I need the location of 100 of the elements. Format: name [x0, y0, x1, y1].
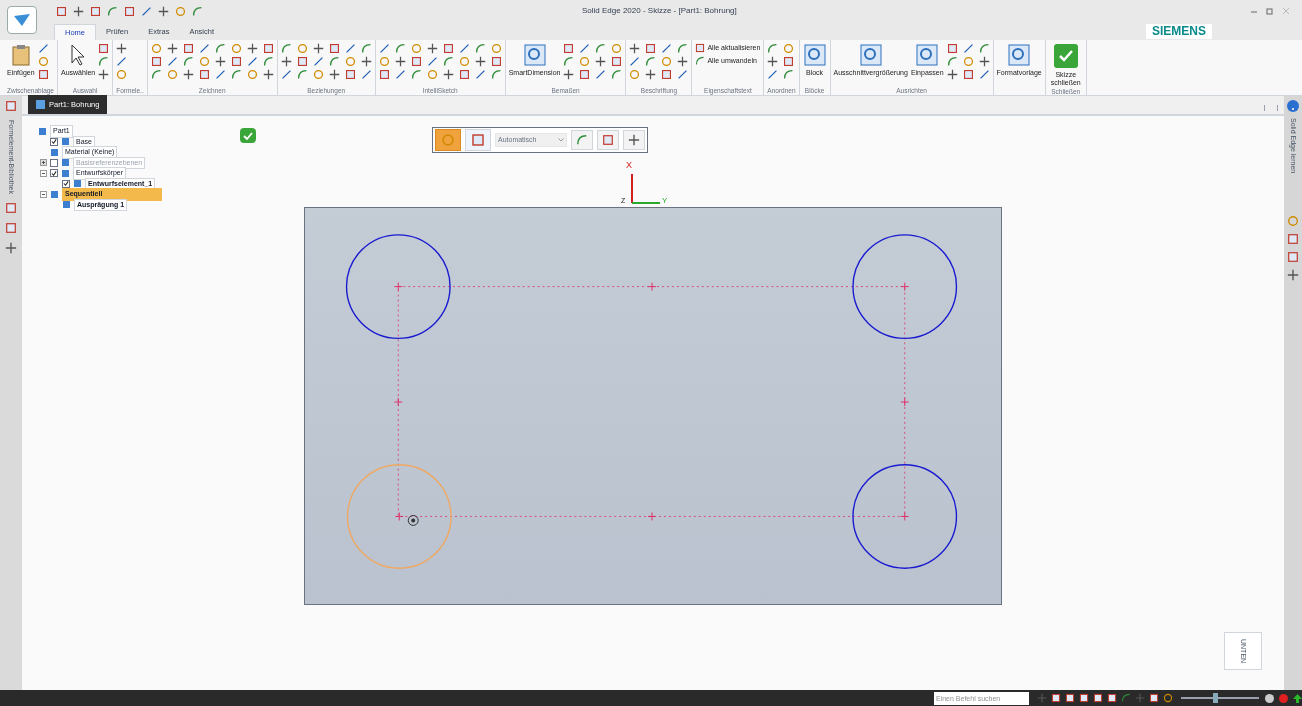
arc-icon[interactable] [150, 69, 162, 80]
magnifier-icon[interactable] [858, 43, 883, 67]
record-icon[interactable] [1279, 693, 1288, 703]
square-icon[interactable] [1079, 693, 1089, 703]
magnifier-icon[interactable] [802, 43, 827, 67]
line-icon[interactable] [116, 56, 128, 67]
square-icon[interactable] [1093, 693, 1103, 703]
circle-icon[interactable] [783, 43, 795, 54]
cross-icon[interactable] [394, 56, 406, 67]
cross-icon[interactable] [214, 56, 226, 67]
line-icon[interactable] [474, 69, 486, 80]
toolbar-button[interactable] [571, 130, 593, 150]
arc-icon[interactable] [360, 43, 372, 54]
arc-icon[interactable] [946, 56, 958, 67]
arc-icon[interactable] [576, 134, 588, 146]
line-icon[interactable] [458, 43, 470, 54]
arc-icon[interactable] [645, 56, 657, 67]
line-icon[interactable] [280, 69, 292, 80]
up-arrow-icon[interactable] [1293, 693, 1302, 703]
cross-icon[interactable] [158, 5, 169, 17]
checkbox[interactable] [50, 169, 58, 178]
toolbar-button[interactable] [465, 129, 491, 151]
line-icon[interactable] [579, 43, 591, 54]
square-icon[interactable] [1065, 693, 1075, 703]
circle-icon[interactable] [246, 69, 258, 80]
cross-icon[interactable] [360, 56, 372, 67]
line-icon[interactable] [767, 69, 779, 80]
line-icon[interactable] [978, 69, 990, 80]
circle-icon[interactable] [458, 56, 470, 67]
circle-icon[interactable] [312, 69, 324, 80]
checkbox[interactable] [62, 179, 70, 188]
circle-icon[interactable] [611, 43, 623, 54]
arc-icon[interactable] [474, 43, 486, 54]
circle-icon[interactable] [426, 69, 438, 80]
circle-icon[interactable] [296, 43, 308, 54]
circle-icon[interactable] [629, 69, 641, 80]
line-icon[interactable] [166, 56, 178, 67]
restore-icon[interactable] [1266, 7, 1274, 15]
cross-icon[interactable] [182, 69, 194, 80]
square-icon[interactable] [1051, 693, 1061, 703]
line-icon[interactable] [629, 56, 641, 67]
arc-icon[interactable] [214, 43, 226, 54]
circle-icon[interactable] [37, 56, 49, 67]
line-icon[interactable] [394, 69, 406, 80]
square-icon[interactable] [1149, 693, 1159, 703]
cross-icon[interactable] [595, 56, 607, 67]
application-button[interactable] [7, 6, 37, 34]
square-icon[interactable] [1107, 693, 1117, 703]
cross-icon[interactable] [98, 69, 110, 80]
magnifier-icon[interactable] [522, 43, 547, 67]
arc-icon[interactable] [595, 43, 607, 54]
circle-icon[interactable] [962, 56, 974, 67]
cross-icon[interactable] [73, 5, 84, 17]
line-icon[interactable] [141, 5, 152, 17]
expander-icon[interactable] [40, 190, 47, 198]
line-icon[interactable] [595, 69, 607, 80]
cross-icon[interactable] [5, 241, 17, 254]
circle-icon[interactable] [1163, 693, 1173, 703]
accept-button[interactable] [240, 128, 256, 143]
help-icon[interactable] [1287, 100, 1299, 112]
line-icon[interactable] [344, 43, 356, 54]
arc-icon[interactable] [296, 69, 308, 80]
cross-icon[interactable] [328, 69, 340, 80]
arc-icon[interactable] [677, 43, 689, 54]
cross-icon[interactable] [628, 134, 640, 146]
arc-icon[interactable] [410, 69, 422, 80]
arc-icon[interactable] [1121, 693, 1131, 703]
arc-icon[interactable] [563, 56, 575, 67]
line-icon[interactable] [214, 69, 226, 80]
cross-icon[interactable] [767, 56, 779, 67]
cross-icon[interactable] [946, 69, 958, 80]
cross-icon[interactable] [474, 56, 486, 67]
circle-icon[interactable] [344, 56, 356, 67]
checkbox[interactable] [50, 137, 58, 146]
line-icon[interactable] [962, 43, 974, 54]
line-icon[interactable] [37, 43, 49, 54]
cross-icon[interactable] [645, 69, 657, 80]
cross-icon[interactable] [677, 56, 689, 67]
arc-icon[interactable] [767, 43, 779, 54]
circle-icon[interactable] [410, 43, 422, 54]
line-icon[interactable] [378, 43, 390, 54]
cross-icon[interactable] [262, 69, 274, 80]
circle-icon[interactable] [579, 56, 591, 67]
arc-icon[interactable] [783, 69, 795, 80]
line-icon[interactable] [677, 69, 689, 80]
arc-icon[interactable] [611, 69, 623, 80]
cross-icon[interactable] [978, 56, 990, 67]
line-icon[interactable] [360, 69, 372, 80]
circle-icon[interactable] [116, 69, 128, 80]
arc-icon[interactable] [98, 56, 110, 67]
circle-icon[interactable] [150, 43, 162, 54]
circle-icon[interactable] [166, 69, 178, 80]
line-icon[interactable] [198, 43, 210, 54]
cross-icon[interactable] [116, 43, 128, 54]
cross-icon[interactable] [426, 43, 438, 54]
arc-icon[interactable] [262, 56, 274, 67]
arc-icon[interactable] [328, 56, 340, 67]
expander-icon[interactable] [40, 169, 47, 177]
toolbar-button[interactable] [623, 130, 645, 150]
cross-icon[interactable] [563, 69, 575, 80]
